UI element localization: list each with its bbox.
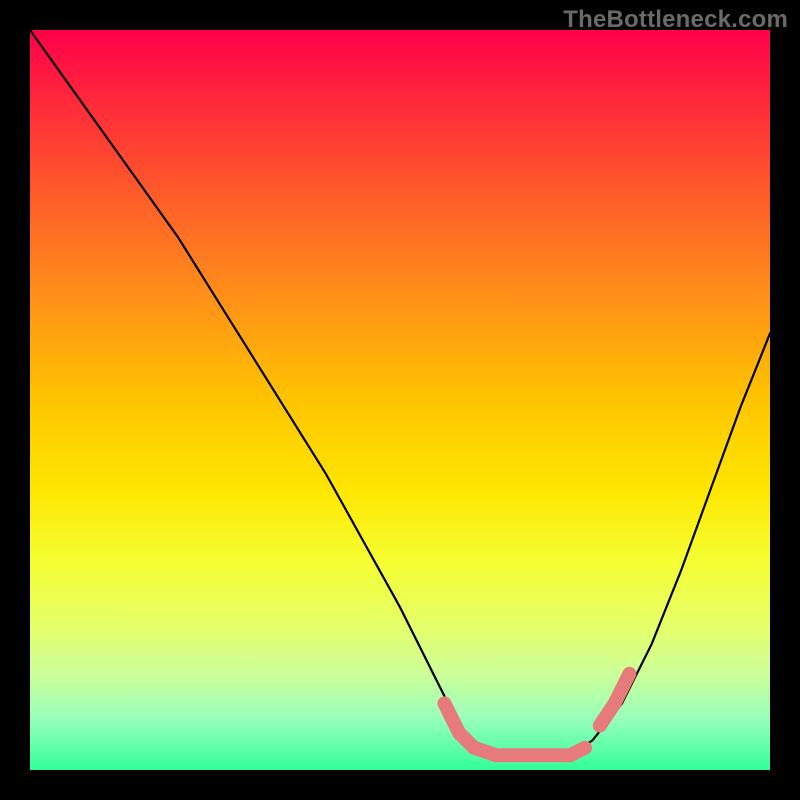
curve-layer: [30, 30, 770, 770]
plot-area: [30, 30, 770, 770]
chart-frame: TheBottleneck.com: [0, 0, 800, 800]
trough-highlight: [444, 703, 585, 755]
bottleneck-curve: [30, 30, 770, 755]
watermark-text: TheBottleneck.com: [563, 6, 788, 34]
